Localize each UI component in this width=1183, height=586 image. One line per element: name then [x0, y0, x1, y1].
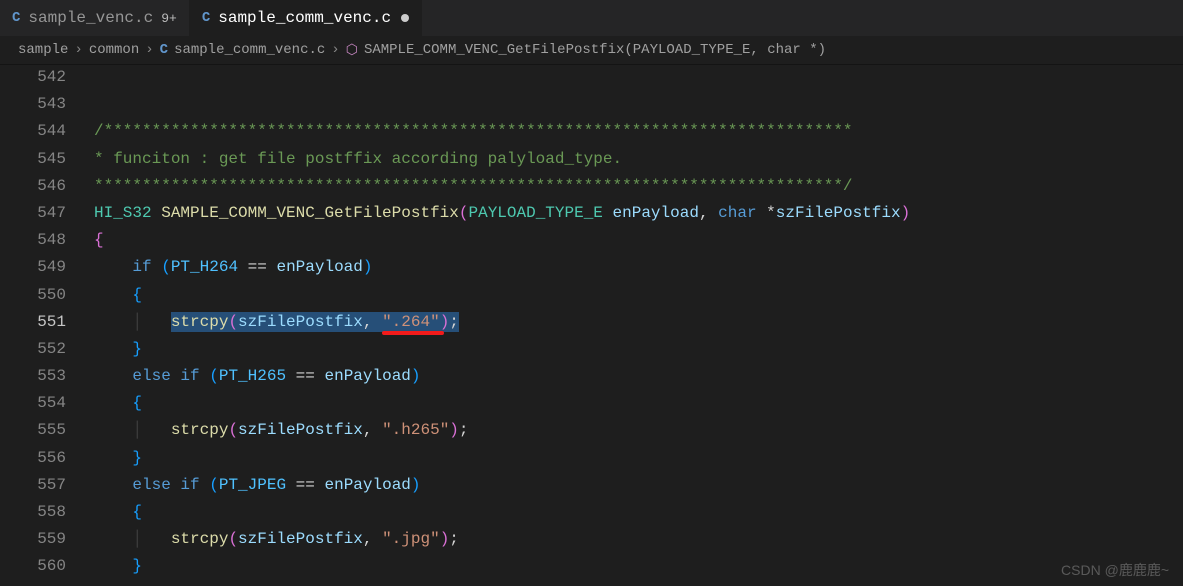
breadcrumb-segment[interactable]: common — [89, 42, 139, 58]
symbol-icon: ⬡ — [346, 42, 358, 59]
tab-bar: C sample_venc.c 9+ C sample_comm_venc.c — [0, 0, 1183, 36]
line-number-gutter: 542 543 544 545 546 547 548 549 550 551 … — [0, 64, 90, 586]
code-content[interactable]: /***************************************… — [90, 64, 1183, 586]
tab-label: sample_comm_venc.c — [218, 9, 391, 27]
highlighted-string: ".264" — [382, 313, 440, 331]
tab-label: sample_venc.c — [28, 9, 153, 27]
code-editor[interactable]: 542 543 544 545 546 547 548 549 550 551 … — [0, 64, 1183, 586]
watermark: CSDN @鹿鹿鹿~ — [1061, 560, 1169, 580]
c-file-icon: C — [202, 10, 210, 26]
modified-dot-icon — [401, 14, 409, 22]
breadcrumb[interactable]: sample › common › C sample_comm_venc.c ›… — [0, 36, 1183, 64]
breadcrumb-file[interactable]: sample_comm_venc.c — [174, 42, 325, 58]
chevron-right-icon: › — [74, 42, 82, 58]
breadcrumb-symbol[interactable]: SAMPLE_COMM_VENC_GetFilePostfix(PAYLOAD_… — [364, 42, 826, 58]
tab-sample-comm-venc[interactable]: C sample_comm_venc.c — [190, 0, 422, 36]
chevron-right-icon: › — [145, 42, 153, 58]
c-file-icon: C — [12, 10, 20, 26]
chevron-right-icon: › — [331, 42, 339, 58]
tab-sample-venc[interactable]: C sample_venc.c 9+ — [0, 0, 190, 36]
c-file-icon: C — [160, 42, 168, 58]
tab-badge: 9+ — [161, 11, 177, 26]
breadcrumb-segment[interactable]: sample — [18, 42, 68, 58]
